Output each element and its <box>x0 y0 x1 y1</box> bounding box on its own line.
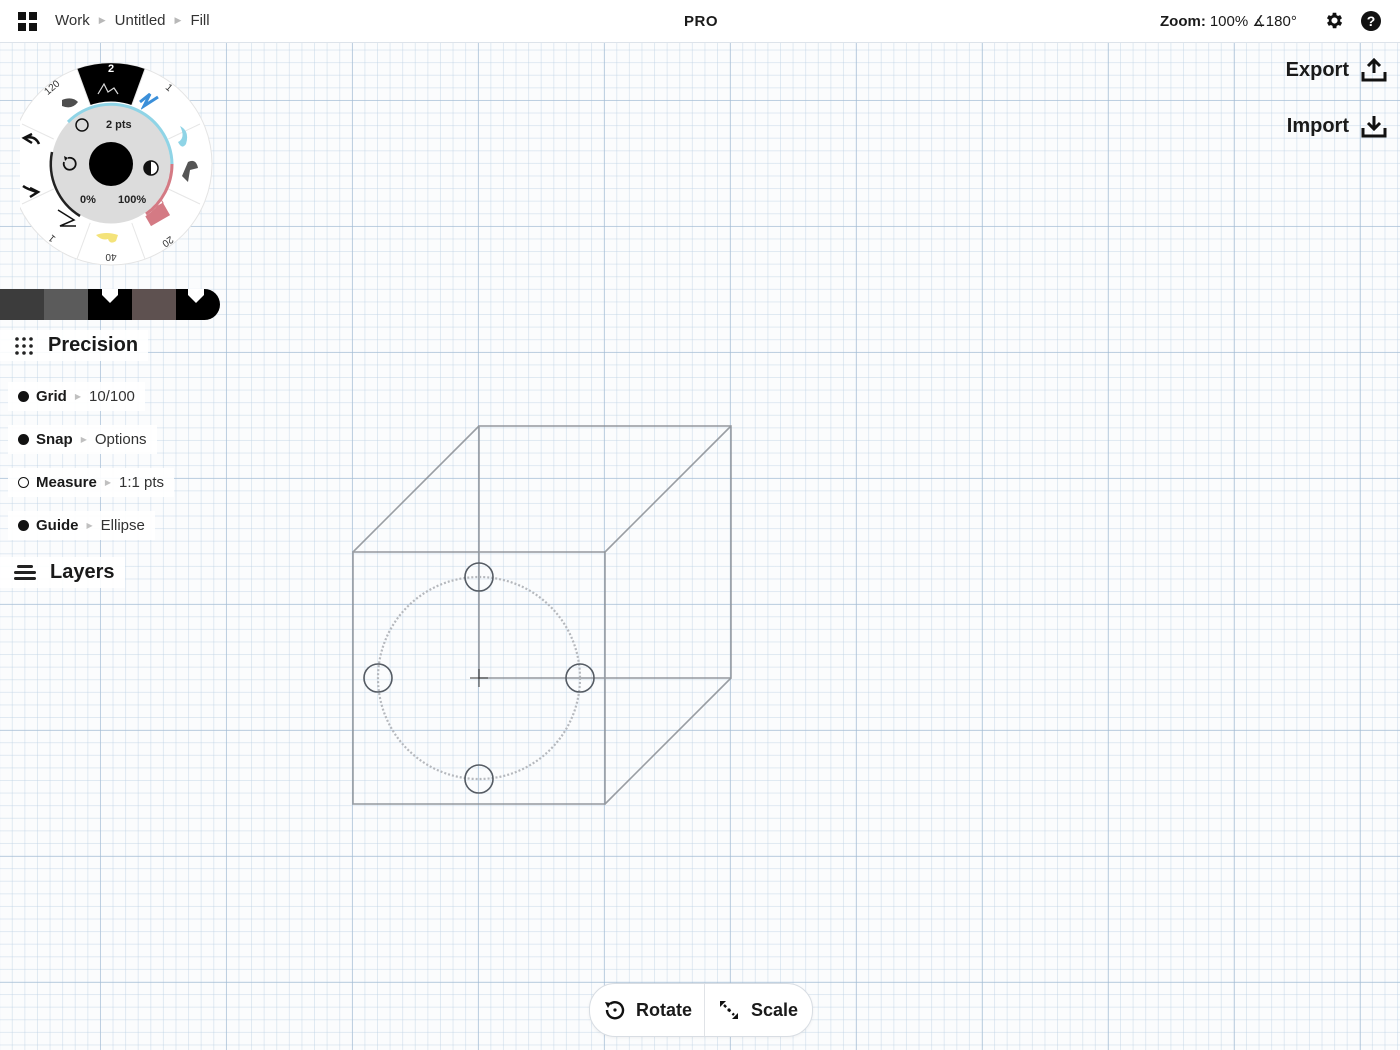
precision-row-label: Measure <box>36 474 97 491</box>
import-icon <box>1361 116 1387 138</box>
scale-icon <box>720 1001 739 1019</box>
tool-wheel[interactable]: 2 1 20 40 1 120 2 pts 0% 100% <box>20 52 216 272</box>
precision-row-snap[interactable]: Snap ▶ Options <box>8 425 157 454</box>
color-swatch[interactable] <box>176 289 220 320</box>
separator-icon: ▶ <box>104 478 112 487</box>
rotate-icon <box>605 1001 625 1020</box>
layers-title: Layers <box>50 561 115 583</box>
breadcrumb: Work ▶ Untitled ▶ Fill <box>55 12 210 29</box>
opacity-max-label: 100% <box>118 194 146 206</box>
breadcrumb-untitled[interactable]: Untitled <box>115 12 166 29</box>
zoom-label: Zoom: <box>1160 13 1206 30</box>
precision-row-label: Grid <box>36 388 67 405</box>
guide-handle-top[interactable] <box>464 562 494 592</box>
guide-handle-right[interactable] <box>565 663 595 693</box>
help-icon[interactable]: ? <box>1361 11 1381 31</box>
top-bar: Work ▶ Untitled ▶ Fill PRO Zoom: 100% ∡18… <box>0 0 1400 43</box>
separator-icon: ▶ <box>74 392 81 401</box>
tool-size-label: 2 <box>108 63 114 75</box>
breadcrumb-fill[interactable]: Fill <box>190 12 209 29</box>
import-button[interactable]: Import <box>1287 114 1387 138</box>
toggle-on-icon[interactable] <box>18 520 29 531</box>
toggle-off-icon[interactable] <box>18 477 29 488</box>
toggle-on-icon[interactable] <box>18 391 29 402</box>
export-button[interactable]: Export <box>1286 58 1387 82</box>
gear-icon[interactable] <box>1324 10 1345 31</box>
color-swatch[interactable] <box>88 289 132 320</box>
import-label: Import <box>1286 114 1349 137</box>
breadcrumb-separator-icon: ▶ <box>174 15 182 25</box>
guide-center-crosshair-icon <box>470 669 488 687</box>
rotate-label: Rotate <box>636 999 693 1020</box>
rotate-button[interactable]: Rotate <box>590 984 704 1036</box>
color-swatch-bar <box>0 289 222 320</box>
cube-sketch <box>352 425 732 805</box>
precision-dots-icon <box>15 336 33 355</box>
color-swatch[interactable] <box>132 289 176 320</box>
color-swatch[interactable] <box>0 289 44 320</box>
ellipse-guide <box>376 575 582 781</box>
precision-row-guide[interactable]: Guide ▶ Ellipse <box>8 511 155 540</box>
size-label[interactable]: 2 pts <box>106 119 132 131</box>
scale-button[interactable]: Scale <box>705 984 810 1036</box>
scale-label: Scale <box>751 999 799 1020</box>
precision-row-value[interactable]: Ellipse <box>101 517 145 534</box>
zoom-readout[interactable]: Zoom: 100% ∡180° <box>1160 12 1297 30</box>
precision-row-measure[interactable]: Measure ▶ 1:1 pts <box>8 468 175 497</box>
transform-toolbar: Rotate Scale <box>589 983 813 1037</box>
selected-swatch-marker-icon <box>188 289 204 303</box>
precision-row-value[interactable]: 1:1 pts <box>119 474 164 491</box>
selected-swatch-marker-icon <box>102 289 118 303</box>
export-label: Export <box>1285 58 1349 81</box>
separator-icon: ▶ <box>86 521 93 530</box>
precision-row-value[interactable]: Options <box>95 431 147 448</box>
precision-row-grid[interactable]: Grid ▶ 10/100 <box>8 382 145 411</box>
breadcrumb-separator-icon: ▶ <box>98 15 106 25</box>
guide-handle-left[interactable] <box>363 663 393 693</box>
precision-row-value[interactable]: 10/100 <box>89 388 135 405</box>
breadcrumb-work[interactable]: Work <box>55 12 90 29</box>
contrast-icon[interactable] <box>143 160 159 176</box>
pro-badge[interactable]: PRO <box>684 13 718 30</box>
gallery-grid-icon[interactable] <box>18 12 37 31</box>
toggle-on-icon[interactable] <box>18 434 29 445</box>
layers-icon <box>14 564 36 580</box>
color-swatch[interactable] <box>44 289 88 320</box>
zoom-value: 100% ∡180° <box>1209 13 1297 30</box>
layers-header[interactable]: Layers <box>0 557 125 588</box>
precision-row-label: Guide <box>36 517 79 534</box>
precision-header[interactable]: Precision <box>0 330 149 361</box>
precision-title: Precision <box>48 334 139 356</box>
tool-size-label: 40 <box>105 251 117 262</box>
current-color-swatch[interactable] <box>89 142 133 186</box>
export-icon <box>1361 58 1387 82</box>
opacity-min-label: 0% <box>80 194 96 206</box>
separator-icon: ▶ <box>80 435 87 444</box>
precision-row-label: Snap <box>36 431 73 448</box>
guide-handle-bottom[interactable] <box>464 764 494 794</box>
